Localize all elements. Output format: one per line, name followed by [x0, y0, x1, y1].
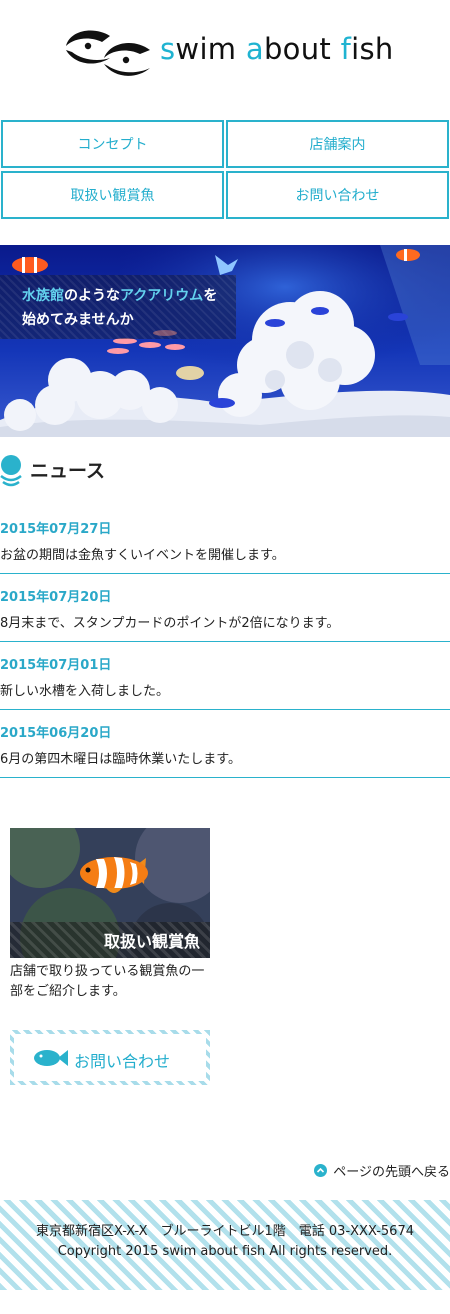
fish-logo-icon[interactable] [64, 28, 154, 78]
hero-caption-text: を [203, 288, 218, 304]
news-text: 新しい水槽を入荷しました。 [0, 684, 170, 699]
news-date: 2015年07月20日 [0, 590, 112, 605]
logo-text-part: bout [263, 32, 341, 66]
nav-item-contact[interactable]: お問い合わせ [226, 171, 449, 219]
page-top-label: ページの先頭へ戻る [333, 1164, 450, 1180]
site-footer: 東京都新宿区X-X-X ブルーライトビル1階 電話 03-XXX-5674 Co… [0, 1200, 450, 1290]
news-date: 2015年07月01日 [0, 658, 112, 673]
water-drop-icon [0, 455, 22, 487]
aquarium-image [0, 245, 450, 437]
logo-text-part: f [340, 32, 352, 66]
fish-card-label: 取扱い観賞魚 [10, 922, 210, 958]
logo-text-part: wim [175, 32, 246, 66]
hero-caption-text: のような [64, 288, 120, 304]
hero-caption: 水族館のようなアクアリウムを 始めてみませんか [0, 275, 236, 339]
news-heading: ニュース [0, 452, 450, 492]
news-item[interactable]: 2015年07月27日 お盆の期間は金魚すくいイベントを開催します。 [0, 518, 450, 574]
logo-text-part: ish [351, 32, 394, 66]
contact-button[interactable]: お問い合わせ [10, 1030, 210, 1085]
fish-card-description: 店舗で取り扱っている観賞魚の一部をご紹介します。 [10, 964, 205, 999]
contact-button-label: お問い合わせ [74, 1052, 171, 1071]
footer-copyright: Copyright 2015 swim about fish All right… [57, 1244, 393, 1259]
hero-caption-highlight: アクアリウム [120, 288, 204, 304]
fish-card-image[interactable]: 取扱い観賞魚 [10, 828, 210, 958]
nav-item-store-info[interactable]: 店舗案内 [226, 120, 449, 168]
news-item[interactable]: 2015年06月20日 6月の第四木曜日は臨時休業いたします。 [0, 722, 450, 778]
news-item[interactable]: 2015年07月20日 8月末まで、スタンプカードのポイントが2倍になります。 [0, 586, 450, 642]
news-text: 6月の第四木曜日は臨時休業いたします。 [0, 752, 241, 767]
chevron-up-icon [314, 1163, 328, 1177]
news-text: 8月末まで、スタンプカードのポイントが2倍になります。 [0, 616, 340, 631]
fish-card-label-text: 取扱い観賞魚 [103, 932, 200, 951]
hero-caption-highlight: 水族館 [22, 288, 64, 304]
nav-item-fish[interactable]: 取扱い観賞魚 [1, 171, 224, 219]
logo-text-part: a [245, 32, 264, 66]
news-date: 2015年07月27日 [0, 522, 112, 537]
page-top-link[interactable]: ページの先頭へ戻る [314, 1160, 450, 1180]
news-item[interactable]: 2015年07月01日 新しい水槽を入荷しました。 [0, 654, 450, 710]
news-title: ニュース [30, 460, 106, 482]
hero-banner: 水族館のようなアクアリウムを 始めてみませんか [0, 245, 450, 437]
footer-address: 東京都新宿区X-X-X ブルーライトビル1階 電話 03-XXX-5674 [36, 1224, 414, 1239]
site-logo-text[interactable]: swim about fish [160, 32, 394, 66]
news-text: お盆の期間は金魚すくいイベントを開催します。 [0, 548, 285, 563]
fish-icon [34, 1050, 68, 1066]
news-date: 2015年06月20日 [0, 726, 112, 741]
hero-caption-line-2: 始めてみませんか [22, 312, 134, 328]
nav-item-concept[interactable]: コンセプト [1, 120, 224, 168]
footer-info: 東京都新宿区X-X-X ブルーライトビル1階 電話 03-XXX-5674 Co… [12, 1222, 438, 1272]
site-header: swim about fish [0, 0, 450, 110]
logo-text-part: s [160, 32, 176, 66]
hero-caption-line-1: 水族館のようなアクアリウムを [22, 285, 217, 305]
